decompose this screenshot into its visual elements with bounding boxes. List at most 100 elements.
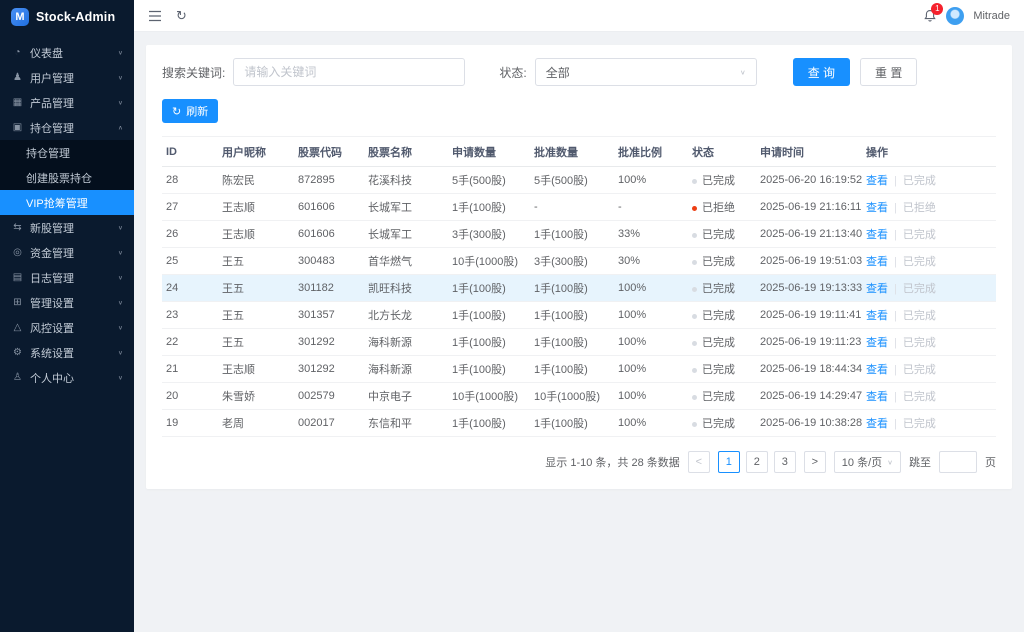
- cell-stock-code: 301357: [294, 302, 364, 329]
- column-header: 用户昵称: [218, 137, 294, 167]
- funds-icon: ◎: [11, 247, 24, 258]
- menu-item-label: 产品管理: [30, 95, 118, 111]
- cell-stock-name: 东信和平: [364, 410, 448, 437]
- page-number-button[interactable]: 1: [718, 451, 740, 473]
- logs-icon: ▤: [11, 272, 24, 283]
- user-avatar[interactable]: [946, 7, 964, 25]
- page-size-select[interactable]: 10 条/页 ∨: [834, 451, 901, 473]
- action-status-label: 已完成: [903, 310, 936, 322]
- cell-user-nickname: 王五: [218, 248, 294, 275]
- pagination: 显示 1-10 条，共 28 条数据 < 1 2 3 > 10 条/页: [162, 451, 996, 473]
- status-dot-icon: [692, 206, 697, 211]
- cell-apply-time: 2025-06-19 19:13:33: [756, 275, 862, 302]
- cell-status: 已完成: [688, 383, 756, 410]
- submenu-item-label: VIP抢筹管理: [26, 195, 88, 211]
- view-link[interactable]: 查看: [866, 418, 888, 430]
- sidebar-menu-item[interactable]: ⇆ 新股管理 ∨: [0, 215, 134, 240]
- cell-approved-quantity: 1手(100股): [530, 302, 614, 329]
- filter-bar: 搜索关键词: 状态: 全部 ∨ 查 询 重 置: [162, 58, 996, 86]
- cell-stock-name: 中京电子: [364, 383, 448, 410]
- cell-id: 26: [162, 221, 218, 248]
- view-link[interactable]: 查看: [866, 310, 888, 322]
- chevron-down-icon: ∨: [887, 458, 893, 466]
- cell-approval-ratio: 100%: [614, 356, 688, 383]
- app-root: M Stock-Admin ◔ 仪表盘 ∨ ♟ 用户管理 ∨: [0, 0, 1024, 632]
- view-link[interactable]: 查看: [866, 229, 888, 241]
- sidebar-submenu-item[interactable]: 持仓管理: [0, 140, 134, 165]
- cell-user-nickname: 朱雪娇: [218, 383, 294, 410]
- cell-status: 已完成: [688, 248, 756, 275]
- cell-stock-name: 海科新源: [364, 329, 448, 356]
- view-link[interactable]: 查看: [866, 175, 888, 187]
- page-refresh-icon[interactable]: ↻: [176, 9, 187, 22]
- cell-apply-time: 2025-06-19 10:38:28: [756, 410, 862, 437]
- sidebar-submenu-item[interactable]: 创建股票持仓: [0, 165, 134, 190]
- sidebar-menu-item[interactable]: △ 风控设置 ∨: [0, 315, 134, 340]
- next-page-button[interactable]: >: [804, 451, 826, 473]
- view-link[interactable]: 查看: [866, 283, 888, 295]
- sidebar-menu-item[interactable]: ◎ 资金管理 ∨: [0, 240, 134, 265]
- menu-item-label: 风控设置: [30, 320, 118, 336]
- sidebar-submenu-item[interactable]: VIP抢筹管理: [0, 190, 134, 215]
- cell-user-nickname: 王志顺: [218, 356, 294, 383]
- status-select-value: 全部: [546, 64, 570, 81]
- sidebar-collapse-icon[interactable]: [148, 10, 162, 22]
- view-link[interactable]: 查看: [866, 256, 888, 268]
- cell-apply-time: 2025-06-19 19:11:41: [756, 302, 862, 329]
- sidebar-menu-item[interactable]: ◔ 仪表盘 ∨: [0, 40, 134, 65]
- chevron-icon: ∨: [118, 74, 123, 81]
- action-divider: |: [894, 364, 897, 376]
- status-text: 已完成: [702, 310, 735, 322]
- jump-page-input[interactable]: [939, 451, 977, 473]
- refresh-button-label: 刷新: [186, 103, 208, 119]
- cell-id: 23: [162, 302, 218, 329]
- reset-button[interactable]: 重 置: [860, 58, 917, 86]
- view-link[interactable]: 查看: [866, 391, 888, 403]
- notification-bell-icon[interactable]: 1: [923, 9, 937, 23]
- cell-stock-code: 301292: [294, 329, 364, 356]
- cell-stock-name: 首华燃气: [364, 248, 448, 275]
- username[interactable]: Mitrade: [973, 10, 1010, 22]
- submenu-item-label: 持仓管理: [26, 145, 70, 161]
- sidebar-menu-item[interactable]: ▣ 持仓管理 ∧: [0, 115, 134, 140]
- content: 搜索关键词: 状态: 全部 ∨ 查 询 重 置: [134, 32, 1024, 632]
- brand-logo-icon: M: [11, 8, 29, 26]
- cell-approval-ratio: 30%: [614, 248, 688, 275]
- action-divider: |: [894, 310, 897, 322]
- cell-actions: 查看|已完成: [862, 248, 996, 275]
- sidebar-menu-item[interactable]: ⚙ 系统设置 ∨: [0, 340, 134, 365]
- page-number-button[interactable]: 3: [774, 451, 796, 473]
- sidebar-menu-item[interactable]: ▦ 产品管理 ∨: [0, 90, 134, 115]
- sidebar-menu-item[interactable]: ♙ 个人中心 ∨: [0, 365, 134, 390]
- cell-actions: 查看|已拒绝: [862, 194, 996, 221]
- cell-actions: 查看|已完成: [862, 275, 996, 302]
- cell-approval-ratio: 33%: [614, 221, 688, 248]
- menu-item-label: 仪表盘: [30, 45, 118, 61]
- view-link[interactable]: 查看: [866, 202, 888, 214]
- refresh-button[interactable]: ↻ 刷新: [162, 99, 218, 123]
- sidebar-menu-item[interactable]: ♟ 用户管理 ∨: [0, 65, 134, 90]
- status-dot-icon: [692, 179, 697, 184]
- sidebar-menu-item[interactable]: ⊞ 管理设置 ∨: [0, 290, 134, 315]
- view-link[interactable]: 查看: [866, 337, 888, 349]
- keyword-label: 搜索关键词:: [162, 64, 225, 81]
- column-header: 操作: [862, 137, 996, 167]
- prev-page-button[interactable]: <: [688, 451, 710, 473]
- table-body: 28 陈宏民 872895 花溪科技 5手(500股) 5手(500股) 100…: [162, 167, 996, 437]
- view-link[interactable]: 查看: [866, 364, 888, 376]
- status-select[interactable]: 全部 ∨: [535, 58, 757, 86]
- filter-buttons: 查 询 重 置: [793, 58, 918, 86]
- cell-approval-ratio: 100%: [614, 302, 688, 329]
- action-status-label: 已完成: [903, 418, 936, 430]
- chevron-icon: ∨: [118, 324, 123, 331]
- column-header: 批准比例: [614, 137, 688, 167]
- sidebar-menu-item[interactable]: ▤ 日志管理 ∨: [0, 265, 134, 290]
- new-stock-icon: ⇆: [11, 222, 24, 233]
- page-size-value: 10 条/页: [842, 454, 882, 470]
- table-row: 19 老周 002017 东信和平 1手(100股) 1手(100股) 100%…: [162, 410, 996, 437]
- keyword-input[interactable]: [233, 58, 465, 86]
- search-button[interactable]: 查 询: [793, 58, 850, 86]
- page-number-button[interactable]: 2: [746, 451, 768, 473]
- cell-stock-code: 601606: [294, 194, 364, 221]
- cell-stock-name: 长城军工: [364, 221, 448, 248]
